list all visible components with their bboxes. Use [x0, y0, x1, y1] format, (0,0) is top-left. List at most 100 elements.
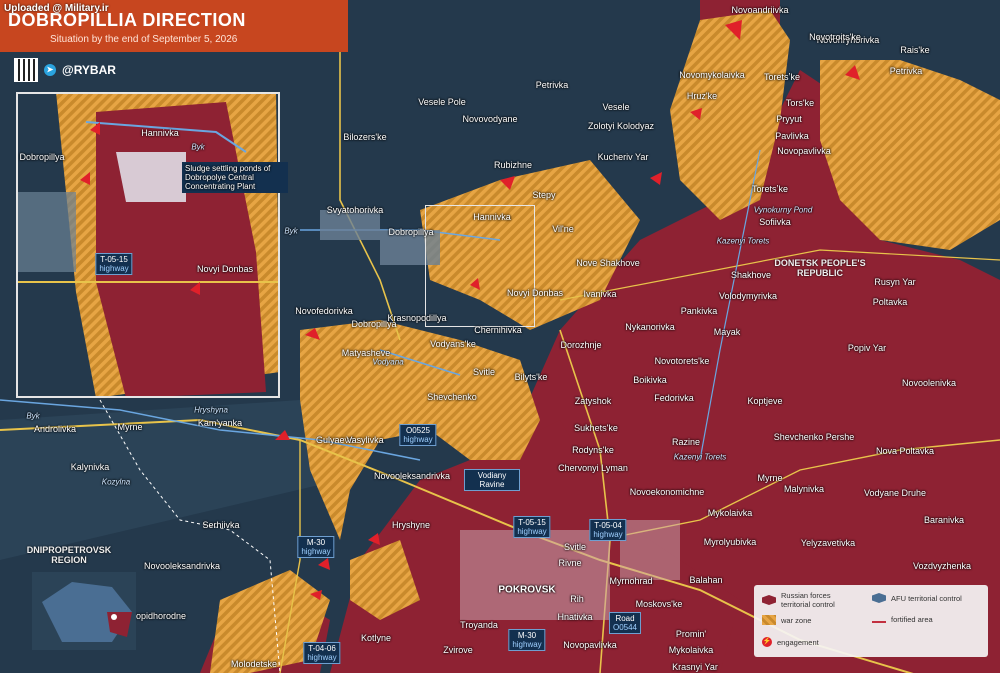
place-label: Nykanorivka — [625, 322, 675, 332]
place-label: Vesele — [602, 102, 630, 112]
legend-engagement-icon: ⚡ — [762, 637, 772, 647]
place-label: Kalynivka — [70, 462, 110, 472]
place-label: Vodyans'ke — [430, 339, 476, 349]
inset-label-hannivka: Hannivka — [141, 128, 179, 138]
inset-river-byk: Byk — [191, 142, 205, 152]
place-label: Serhiivka — [202, 520, 240, 530]
place-label: Moskovs'ke — [635, 599, 683, 609]
region-dpr: DONETSK PEOPLE'S REPUBLIC — [774, 258, 866, 278]
place-label: Molodetske — [230, 659, 278, 669]
place-label: Novovodyane — [462, 114, 518, 124]
water-label: Vynokurny Pond — [753, 205, 813, 215]
place-label: Novopavlivka — [777, 146, 831, 156]
place-label: Stepy — [532, 190, 556, 200]
place-label: Tors'ke — [785, 98, 815, 108]
water-label: Byk — [26, 411, 40, 421]
place-label: Bilozers'ke — [343, 132, 387, 142]
place-label: Chernihivka — [474, 325, 522, 335]
place-label: Petrivka — [889, 66, 923, 76]
water-label: Kazenyi Torets — [673, 452, 727, 462]
place-label: Novyi Donbas — [506, 288, 564, 298]
highway-label: T-04-06 highway — [303, 642, 341, 664]
legend-afu: AFU territorial control — [872, 593, 962, 603]
place-label: Novofedorivka — [295, 306, 353, 316]
place-label: Balahan — [689, 575, 723, 585]
place-label: Krasnyi Yar — [672, 662, 718, 672]
highway-label: M-30 highway — [297, 536, 335, 558]
region-dnipropetrovsk: DNIPROPETROVSK REGION — [26, 545, 112, 565]
place-label: Vesele Pole — [418, 97, 466, 107]
place-label: Vil'ne — [552, 224, 574, 234]
place-label: Hnativka — [557, 612, 593, 622]
water-label: Kozylna — [101, 477, 131, 487]
highway-label: T-05-15 highway — [513, 516, 551, 538]
town-myrnohrad — [620, 520, 680, 580]
place-label: Rodyns'ke — [572, 445, 614, 455]
place-label: Novopavlivka — [563, 640, 617, 650]
place-label: Novoolenivka — [901, 378, 957, 388]
place-label: Novoekonomichne — [629, 487, 705, 497]
place-label: Mayak — [713, 327, 741, 337]
place-label: Rivne — [558, 558, 582, 568]
town-pokrovsk — [460, 530, 610, 620]
place-label: Androlivka — [33, 424, 77, 434]
place-label: Hryshyne — [391, 520, 431, 530]
place-label: Chervonyi Lyman — [558, 463, 628, 473]
place-label: Novomykolaivka — [679, 70, 745, 80]
place-label: Rais'ke — [900, 45, 930, 55]
place-label: Sukhets'ke — [574, 423, 618, 433]
place-label: Novotroits'ke — [809, 32, 861, 42]
place-label: Novoandriivka — [731, 5, 789, 15]
legend-war-zone: war zone — [762, 615, 811, 625]
highway-label: T-05-04 highway — [589, 519, 627, 541]
place-label: Svitle — [563, 542, 587, 552]
place-label: Svyatohorivka — [326, 205, 384, 215]
place-label: Sofiivka — [759, 217, 791, 227]
place-label: Vozdvyzhenka — [912, 561, 972, 571]
place-label: Novooleksandrivka — [373, 471, 451, 481]
place-label: Troyanda — [460, 620, 498, 630]
place-label: Pankivka — [680, 306, 718, 316]
place-label: Poltavka — [872, 297, 908, 307]
place-label: Rusyn Yar — [874, 277, 916, 287]
place-label: Krasnopodillya — [387, 313, 447, 323]
place-label: Matyasheve — [341, 348, 391, 358]
legend-fortified: fortified area — [872, 615, 933, 624]
place-label: Myrolyubivka — [703, 537, 757, 547]
place-label: Koptjeve — [747, 396, 783, 406]
place-label: Rih — [570, 594, 584, 604]
place-label: Shakhove — [730, 270, 772, 280]
highway-label: Road O0544 — [608, 612, 642, 634]
place-label: Vodyane Druhe — [863, 488, 927, 498]
map[interactable]: DOBROPILLIA DIRECTION Situation by the e… — [0, 0, 1000, 673]
place-label: Kam'yanka — [197, 418, 243, 428]
qr-code-icon — [14, 58, 38, 82]
inset-label-novyi-donbas: Novyi Donbas — [196, 264, 254, 274]
place-label: Boikivka — [633, 375, 667, 385]
place-label: Dobropillya — [388, 227, 434, 237]
place-label: Dorozhnje — [560, 340, 602, 350]
telegram-icon: ➤ — [44, 64, 56, 76]
place-label: Hannivka — [473, 212, 511, 222]
place-label: Novotorets'ke — [654, 356, 710, 366]
place-label: Mykolaivka — [707, 508, 753, 518]
place-label: Myrne — [117, 422, 143, 432]
inset-source-frame — [425, 205, 535, 327]
place-label: Vasylivka — [346, 435, 384, 445]
legend-war-zone-icon — [762, 615, 776, 625]
place-label: Kotlyne — [360, 633, 392, 643]
legend-fortified-icon — [872, 617, 886, 623]
place-label: Kucheriv Yar — [597, 152, 649, 162]
feature-vodiany-ravine: Vodiany Ravine — [464, 469, 520, 491]
water-label: Kazenyi Torets — [716, 236, 770, 246]
legend-afu-icon — [872, 593, 886, 603]
place-label: Razine — [671, 437, 701, 447]
place-label: Myrnohrad — [609, 576, 653, 586]
place-label: Ivanivka — [583, 289, 617, 299]
place-label: Hruz'ke — [686, 91, 718, 101]
water-label: Vodyana — [372, 357, 404, 367]
place-label: Svitle — [472, 367, 496, 377]
place-label: Baranivka — [923, 515, 965, 525]
place-label: Petrivka — [535, 80, 569, 90]
place-label: Bilyts'ke — [514, 372, 548, 382]
